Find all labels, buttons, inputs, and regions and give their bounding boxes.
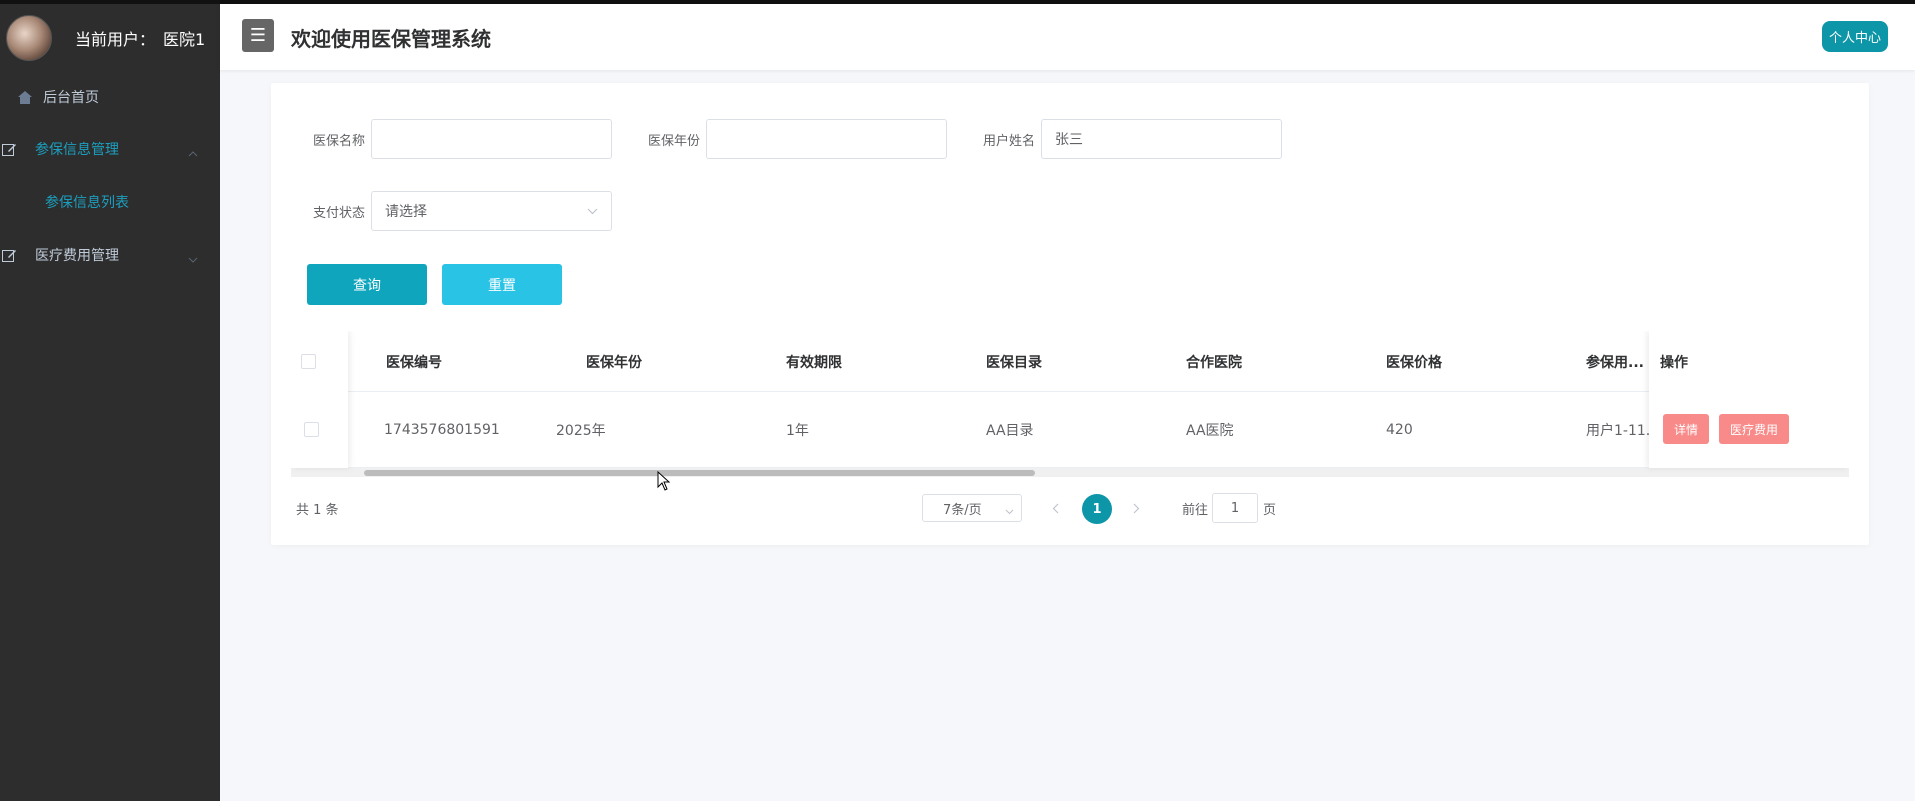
next-page-button[interactable] (1126, 494, 1146, 522)
column-header: 合作医院 (1186, 354, 1242, 371)
chevron-left-icon (1052, 503, 1058, 513)
sidebar-group-label: 参保信息管理 (35, 142, 119, 158)
prev-page-button[interactable] (1045, 494, 1065, 522)
menu-toggle-button[interactable]: ☰ (242, 19, 274, 52)
page-title: 欢迎使用医保管理系统 (291, 27, 491, 51)
mouse-pointer-icon (657, 470, 671, 495)
edit-icon (1, 141, 17, 157)
table-cell: 2025年 (556, 423, 606, 439)
table-cell: 1年 (786, 423, 809, 439)
home-icon (17, 89, 33, 105)
insurance-name-input[interactable] (371, 119, 612, 159)
sidebar-user: 当前用户： 医院1 (0, 4, 220, 72)
chevron-down-icon (587, 203, 598, 219)
column-header: 参保用... (1586, 354, 1644, 371)
column-header: 医保价格 (1386, 354, 1442, 371)
goto-page: 前往 1 页 (1182, 493, 1276, 523)
chevron-up-icon (188, 145, 198, 161)
goto-suffix: 页 (1263, 502, 1277, 518)
current-user-name: 医院1 (163, 30, 206, 49)
search-button[interactable]: 查询 (307, 264, 427, 305)
edit-icon (1, 247, 17, 263)
column-header: 医保目录 (986, 354, 1042, 371)
avatar[interactable] (6, 15, 52, 61)
sidebar-group-insurance-info[interactable]: 参保信息管理 (0, 122, 220, 176)
page-number-current[interactable]: 1 (1082, 494, 1112, 524)
sidebar-item-home[interactable]: 后台首页 (0, 72, 220, 122)
column-header: 有效期限 (786, 354, 842, 371)
filter-year: 医保年份 (648, 119, 947, 159)
medical-fees-button[interactable]: 医疗费用 (1719, 414, 1789, 444)
page-size-value: 7条/页 (943, 502, 982, 518)
column-header: 医保年份 (586, 354, 642, 371)
reset-button[interactable]: 重置 (442, 264, 562, 305)
user-name-input[interactable]: 张三 (1041, 119, 1282, 159)
hamburger-icon: ☰ (249, 25, 267, 46)
table-header: 医保编号 医保年份 有效期限 医保目录 合作医院 医保价格 参保用... (291, 331, 1849, 392)
select-all-checkbox[interactable] (301, 354, 316, 369)
chevron-down-icon (1005, 504, 1014, 519)
select-placeholder: 请选择 (385, 204, 427, 220)
page-size-select[interactable]: 7条/页 (922, 494, 1022, 522)
filter-user-label: 用户姓名 (983, 133, 1036, 149)
sidebar-group-medical-fees[interactable]: 医疗费用管理 (0, 228, 220, 282)
filter-user: 用户姓名 张三 (983, 119, 1282, 159)
current-user-label: 当前用户： (75, 30, 156, 49)
sidebar: 当前用户： 医院1 后台首页 参保信息管理 参保信息列表 医疗费用管理 (0, 4, 220, 801)
table-cell: 1743576801591 (384, 422, 500, 438)
pagination-total: 共 1 条 (296, 503, 339, 518)
insurance-year-input[interactable] (706, 119, 947, 159)
sidebar-group-label: 医疗费用管理 (35, 248, 119, 264)
payment-status-select[interactable]: 请选择 (371, 191, 612, 231)
table-row: 1743576801591 2025年 1年 AA目录 AA医院 420 用户1… (291, 392, 1849, 468)
filter-status: 支付状态 请选择 (313, 191, 612, 231)
chevron-right-icon (1133, 503, 1139, 513)
horizontal-scrollbar-thumb[interactable] (364, 470, 1035, 476)
goto-prefix: 前往 (1182, 502, 1209, 518)
row-checkbox[interactable] (304, 422, 319, 437)
column-header-operation: 操作 (1660, 354, 1688, 371)
details-button[interactable]: 详情 (1663, 414, 1709, 444)
filter-year-label: 医保年份 (648, 133, 701, 149)
column-header: 医保编号 (386, 354, 442, 371)
sidebar-item-insurance-list[interactable]: 参保信息列表 (0, 176, 220, 228)
header: ☰ 欢迎使用医保管理系统 个人中心 (220, 4, 1915, 70)
filter-name: 医保名称 (313, 119, 612, 159)
sidebar-item-label: 参保信息列表 (45, 195, 129, 211)
filter-status-label: 支付状态 (313, 205, 366, 221)
profile-button[interactable]: 个人中心 (1821, 21, 1888, 52)
fixed-select-column (291, 331, 348, 468)
sidebar-item-label: 后台首页 (43, 90, 99, 106)
content-card: 医保名称 医保年份 用户姓名 张三 支付状态 请选择 查询 重置 医保编号 医保… (271, 83, 1869, 545)
fixed-operation-column: 操作 详情 医疗费用 (1649, 331, 1849, 468)
table-cell: AA医院 (1186, 423, 1234, 439)
goto-page-input[interactable]: 1 (1212, 493, 1259, 523)
chevron-down-icon (188, 251, 198, 267)
table-cell: 420 (1386, 422, 1413, 438)
insurance-table: 医保编号 医保年份 有效期限 医保目录 合作医院 医保价格 参保用... 174… (291, 331, 1849, 479)
filter-name-label: 医保名称 (313, 133, 366, 149)
table-cell: AA目录 (986, 423, 1034, 439)
